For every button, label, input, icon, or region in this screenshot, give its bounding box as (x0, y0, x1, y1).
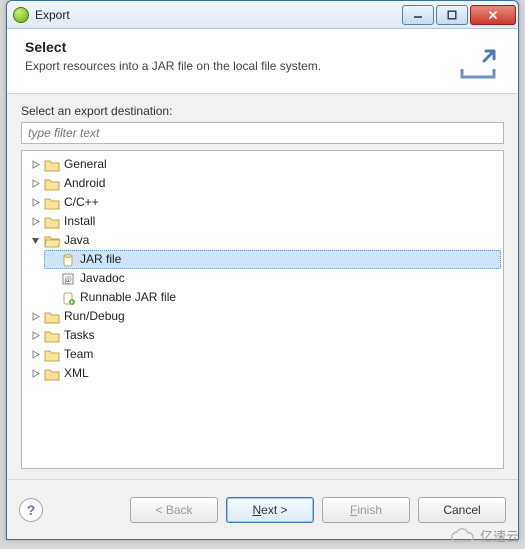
chevron-right-icon[interactable] (30, 331, 40, 341)
export-icon (456, 39, 500, 79)
tree-item-label: Android (64, 174, 105, 193)
app-icon (13, 7, 29, 23)
folder-icon (44, 195, 60, 211)
tree-item-label: XML (64, 364, 89, 383)
filter-input[interactable] (21, 122, 504, 144)
tree-folder-install[interactable]: Install (28, 212, 501, 231)
folder-icon (44, 176, 60, 192)
chevron-right-icon[interactable] (30, 179, 40, 189)
help-button[interactable]: ? (19, 498, 43, 522)
tree-item-label: General (64, 155, 107, 174)
tree-folder-general[interactable]: General (28, 155, 501, 174)
back-button[interactable]: < Back (130, 497, 218, 523)
next-button[interactable]: Next > (226, 497, 314, 523)
tree-folder-java[interactable]: Java (28, 231, 501, 250)
wizard-header: Select Export resources into a JAR file … (7, 29, 518, 94)
export-tree[interactable]: GeneralAndroidC/C++InstallJavaJAR file @ J… (21, 150, 504, 469)
runnable-jar-icon (60, 290, 76, 306)
window-title: Export (35, 8, 402, 22)
chevron-right-icon[interactable] (30, 312, 40, 322)
tree-item-label: Javadoc (80, 269, 125, 288)
tree-folder-team[interactable]: Team (28, 345, 501, 364)
tree-folder-run-debug[interactable]: Run/Debug (28, 307, 501, 326)
folder-icon (44, 233, 60, 249)
page-title: Select (25, 39, 456, 55)
javadoc-icon: @ (60, 271, 76, 287)
folder-icon (44, 309, 60, 325)
folder-icon (44, 328, 60, 344)
titlebar[interactable]: Export (7, 1, 518, 29)
tree-folder-tasks[interactable]: Tasks (28, 326, 501, 345)
folder-icon (44, 214, 60, 230)
folder-icon (44, 157, 60, 173)
chevron-right-icon[interactable] (30, 160, 40, 170)
chevron-right-icon[interactable] (30, 350, 40, 360)
tree-folder-c-c-[interactable]: C/C++ (28, 193, 501, 212)
chevron-right-icon[interactable] (30, 198, 40, 208)
tree-item-label: C/C++ (64, 193, 99, 212)
tree-item-label: Run/Debug (64, 307, 125, 326)
finish-button[interactable]: Finish (322, 497, 410, 523)
cancel-button[interactable]: Cancel (418, 497, 506, 523)
destination-label: Select an export destination: (21, 104, 504, 118)
tree-item-javadoc[interactable]: @ Javadoc (44, 269, 501, 288)
tree-folder-xml[interactable]: XML (28, 364, 501, 383)
folder-icon (44, 347, 60, 363)
chevron-right-icon[interactable] (30, 369, 40, 379)
close-button[interactable] (470, 5, 516, 25)
wizard-body: Select an export destination: GeneralAnd… (7, 94, 518, 479)
maximize-button[interactable] (436, 5, 468, 25)
export-dialog: Export Select Export resources into a JA… (6, 0, 519, 540)
svg-text:@: @ (64, 275, 71, 284)
tree-item-label: Runnable JAR file (80, 288, 176, 307)
tree-item-jar-file[interactable]: JAR file (44, 250, 501, 269)
jar-icon (60, 252, 76, 268)
minimize-button[interactable] (402, 5, 434, 25)
page-description: Export resources into a JAR file on the … (25, 59, 456, 73)
tree-folder-android[interactable]: Android (28, 174, 501, 193)
chevron-down-icon[interactable] (30, 236, 40, 246)
folder-icon (44, 366, 60, 382)
wizard-footer: ? < Back Next > Finish Cancel (7, 479, 518, 539)
tree-item-label: JAR file (80, 250, 121, 269)
tree-item-label: Java (64, 231, 89, 250)
chevron-right-icon[interactable] (30, 217, 40, 227)
tree-item-label: Team (64, 345, 93, 364)
tree-item-label: Install (64, 212, 95, 231)
tree-item-label: Tasks (64, 326, 95, 345)
tree-item-runnable-jar-file[interactable]: Runnable JAR file (44, 288, 501, 307)
